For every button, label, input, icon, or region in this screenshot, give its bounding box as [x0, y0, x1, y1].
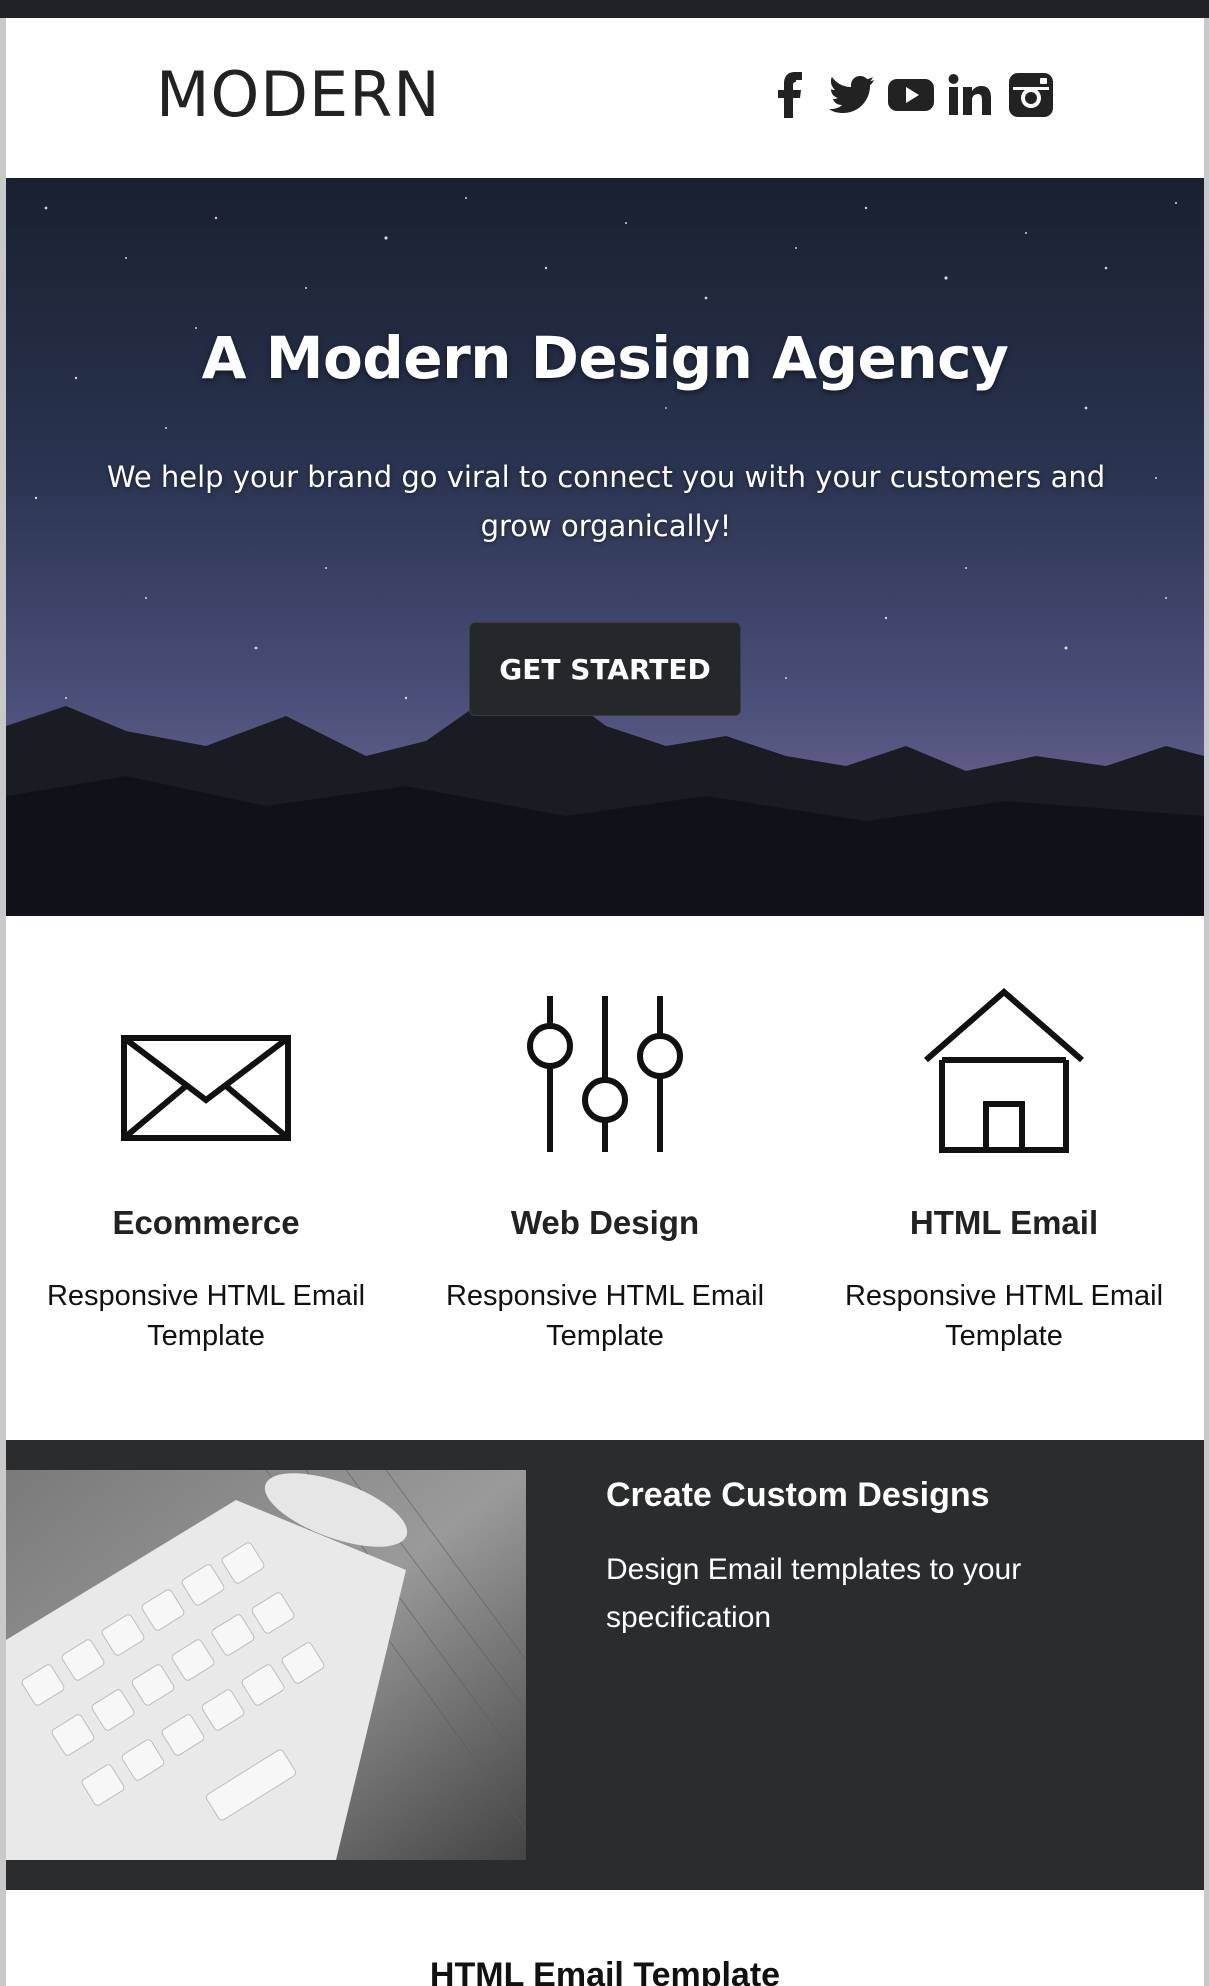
instagram-icon[interactable]: [1006, 70, 1056, 120]
top-bar: [0, 0, 1209, 18]
facebook-icon[interactable]: [766, 70, 816, 120]
hero-title: A Modern Design Agency: [201, 324, 1009, 392]
hero-subtitle: We help your brand go viral to connect y…: [106, 460, 1106, 543]
social-links: [766, 70, 1056, 120]
features-section: Ecommerce Responsive HTML Email Template…: [6, 916, 1204, 1440]
feature-title: HTML Email: [909, 1204, 1099, 1241]
get-started-button[interactable]: GET STARTED: [469, 622, 741, 716]
keyboard-photo: [6, 1470, 526, 1860]
email-template-page: MODERN A Modern Design Agency We help yo…: [0, 0, 1209, 1986]
keyboard-illustration: [6, 1470, 526, 1860]
envelope-icon: [121, 1035, 291, 1141]
feature-web-design: Web Design Responsive HTML Email Templat…: [405, 916, 805, 1440]
section-title: HTML Email Template: [429, 1956, 781, 1986]
youtube-icon[interactable]: [886, 70, 936, 120]
mountain-silhouette: [6, 686, 1204, 916]
hero-banner: A Modern Design Agency We help your bran…: [6, 178, 1204, 916]
feature-ecommerce: Ecommerce Responsive HTML Email Template: [6, 916, 406, 1440]
frame-border-right: [1204, 18, 1209, 1986]
custom-designs-section: Create Custom Designs Design Email templ…: [6, 1440, 1204, 1890]
feature-title: Web Design: [510, 1204, 700, 1241]
feature-description: Responsive HTML Email Template: [445, 1280, 765, 1352]
twitter-icon[interactable]: [826, 70, 876, 120]
linkedin-icon[interactable]: [946, 70, 996, 120]
logo[interactable]: MODERN: [156, 64, 441, 126]
sliders-icon: [527, 996, 683, 1152]
feature-html-email: HTML Email Responsive HTML Email Templat…: [804, 916, 1204, 1440]
feature-title: Ecommerce: [112, 1204, 300, 1241]
bottom-section: HTML Email Template: [6, 1890, 1204, 1986]
band-text: Design Email templates to your specifica…: [606, 1553, 1022, 1634]
house-icon: [924, 988, 1084, 1153]
feature-description: Responsive HTML Email Template: [844, 1280, 1164, 1352]
band-title: Create Custom Designs: [606, 1476, 990, 1514]
feature-description: Responsive HTML Email Template: [46, 1280, 366, 1352]
header: MODERN: [6, 18, 1204, 178]
